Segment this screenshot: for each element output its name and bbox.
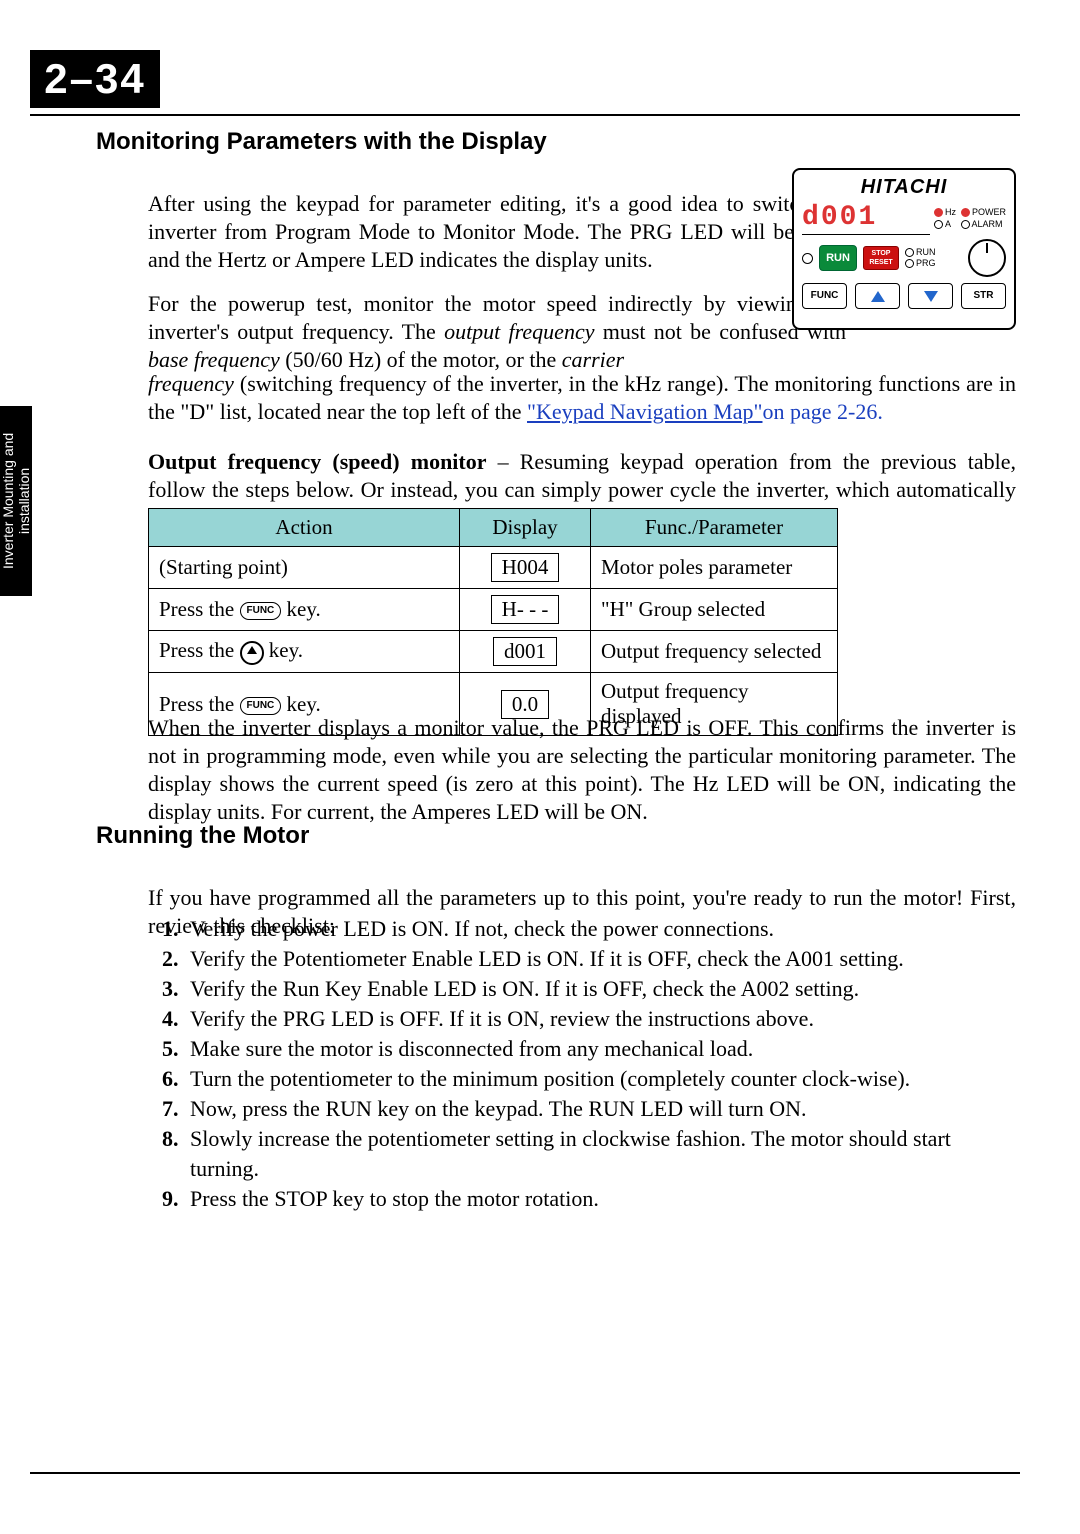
triangle-down-icon (924, 291, 938, 302)
table-row: (Starting point) H004 Motor poles paramete… (149, 547, 838, 589)
text: (50/60 Hz) of the motor, or the (280, 347, 562, 372)
keypad-lcd: d 0 0 1 (802, 200, 930, 235)
text-bold: Output frequency (speed) monitor (148, 449, 487, 474)
func-key-icon: FUNC (240, 697, 282, 715)
led-alarm-icon (961, 220, 970, 229)
cell-display: d001 (460, 631, 591, 673)
text: on page 2-26. (762, 399, 882, 424)
cell-func: Output frequency selected (591, 631, 838, 673)
triangle-up-icon (871, 291, 885, 302)
keypad-led-column: Hz POWER A ALARM (934, 206, 1006, 230)
display-value-box: H- - - (491, 595, 560, 624)
potentiometer-icon[interactable] (968, 239, 1006, 277)
led-label: ALARM (972, 219, 1003, 229)
stop-reset-button[interactable]: STOP RESET (863, 246, 899, 270)
chapter-side-label: Inverter Mounting and installation (0, 406, 32, 596)
steps-table: Action Display Func./Parameter (Starting… (148, 508, 838, 736)
func-key-icon: FUNC (240, 602, 282, 620)
paragraph: For the powerup test, monitor the motor … (148, 290, 846, 374)
text-italic: frequency (148, 371, 234, 396)
checklist-item: Turn the potentiometer to the minimum po… (184, 1064, 1016, 1094)
display-value-box: d001 (493, 637, 557, 666)
page-number-badge: 2–34 (30, 50, 160, 108)
paragraph: When the inverter displays a monitor val… (148, 714, 1016, 826)
cell-func: "H" Group selected (591, 589, 838, 631)
checklist-item: Slowly increase the potentiometer settin… (184, 1124, 1016, 1184)
text: RESET (864, 258, 898, 267)
keypad-brand: HITACHI (802, 176, 1006, 198)
display-value-box: H004 (491, 553, 560, 582)
cell-action: Press the key. (149, 631, 460, 673)
table-row: Press the key. d001 Output frequency selec… (149, 631, 838, 673)
led-hz-icon (934, 208, 943, 217)
th-func: Func./Parameter (591, 509, 838, 547)
text-italic: output frequency (444, 319, 594, 344)
led-prg-icon (905, 259, 914, 268)
cell-func: Motor poles parameter (591, 547, 838, 589)
lcd-digit: 0 (821, 204, 838, 232)
table-row: Press the FUNC key. H- - - "H" Group selec… (149, 589, 838, 631)
text: STOP (864, 249, 898, 258)
checklist-item: Verify the PRG LED is OFF. If it is ON, … (184, 1004, 1016, 1034)
heading-running-motor: Running the Motor (96, 822, 309, 850)
keypad-figure: HITACHI d 0 0 1 Hz POWER A ALARM RUN STO… (792, 168, 1016, 330)
cell-display: H- - - (460, 589, 591, 631)
chapter-side-tab: Inverter Mounting and installation (0, 406, 32, 596)
checklist-item: Verify the Run Key Enable LED is ON. If … (184, 974, 1016, 1004)
led-label: Hz (945, 207, 956, 217)
lcd-digit: 0 (840, 204, 857, 232)
lcd-digit: d (802, 204, 819, 232)
th-action: Action (149, 509, 460, 547)
checklist-item: Now, press the RUN key on the keypad. Th… (184, 1094, 1016, 1124)
led-labels-small: RUN PRG (905, 247, 936, 269)
led-run-icon (905, 248, 914, 257)
led-a-icon (934, 220, 943, 229)
link-keypad-nav-map[interactable]: "Keypad Navigation Map" (527, 399, 762, 424)
text-italic: base frequency (148, 347, 280, 372)
paragraph: frequency (switching frequency of the in… (148, 370, 1016, 426)
down-button[interactable] (908, 283, 953, 309)
led-label: A (945, 219, 951, 229)
rule-bottom (30, 1472, 1020, 1474)
text-italic: carrier (562, 347, 624, 372)
rule-top (30, 114, 1020, 116)
heading-monitoring: Monitoring Parameters with the Display (96, 128, 547, 156)
paragraph: After using the keypad for parameter edi… (148, 190, 846, 274)
cell-display: H004 (460, 547, 591, 589)
led-label: POWER (972, 207, 1006, 217)
checklist-item: Press the STOP key to stop the motor rot… (184, 1184, 1016, 1214)
checklist: Verify the power LED is ON. If not, chec… (148, 914, 1016, 1214)
checklist-item: Verify the power LED is ON. If not, chec… (184, 914, 1016, 944)
func-button[interactable]: FUNC (802, 283, 847, 309)
run-button[interactable]: RUN (819, 245, 857, 271)
down-key-icon (240, 641, 264, 665)
lcd-digit: 1 (858, 204, 875, 232)
str-button[interactable]: STR (961, 283, 1006, 309)
th-display: Display (460, 509, 591, 547)
cell-action: Press the FUNC key. (149, 589, 460, 631)
up-button[interactable] (855, 283, 900, 309)
page: 2–34 Inverter Mounting and installation … (0, 0, 1080, 1534)
led-runkey-icon (802, 253, 813, 264)
checklist-item: Verify the Potentiometer Enable LED is O… (184, 944, 1016, 974)
cell-action: (Starting point) (149, 547, 460, 589)
checklist-item: Make sure the motor is disconnected from… (184, 1034, 1016, 1064)
led-power-icon (961, 208, 970, 217)
